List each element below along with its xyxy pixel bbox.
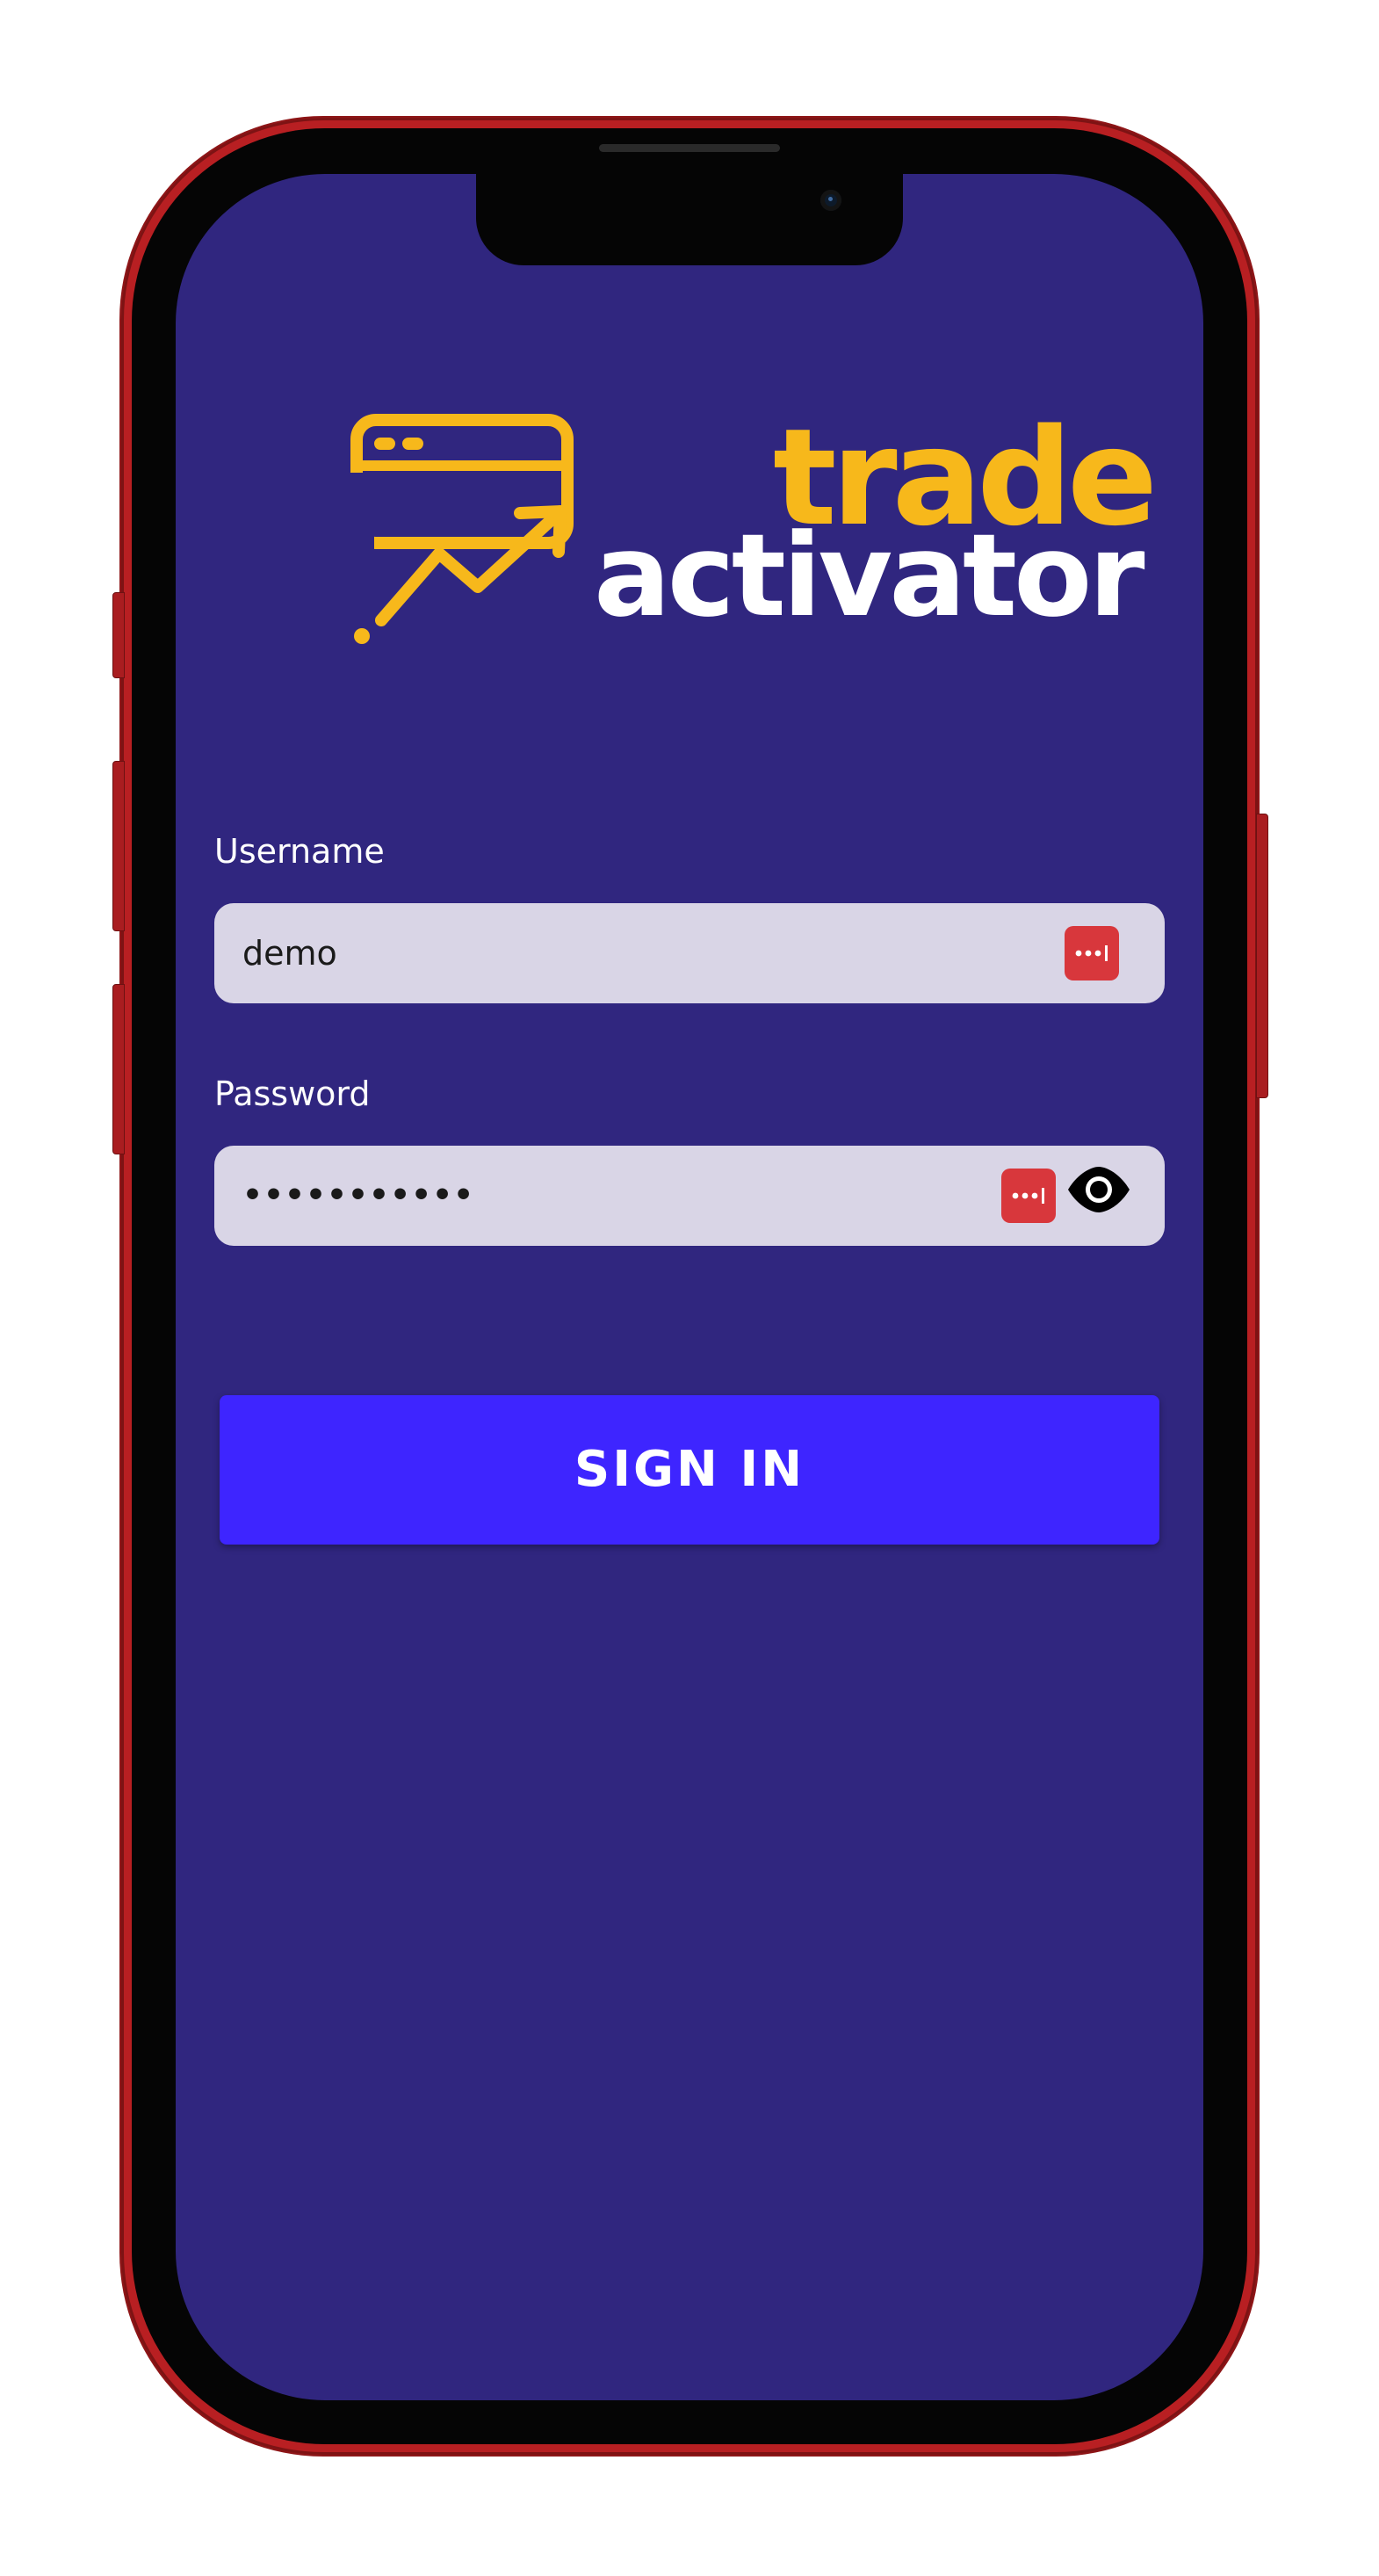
- show-password-eye-icon[interactable]: [1066, 1165, 1131, 1214]
- volume-down-button: [112, 984, 125, 1154]
- browser-chart-icon: [348, 414, 574, 644]
- app-logo: trade activator: [348, 411, 1158, 701]
- power-button: [1256, 814, 1268, 1098]
- password-manager-icon[interactable]: [1001, 1169, 1056, 1223]
- password-label: Password: [214, 1075, 371, 1113]
- speaker-grille: [599, 144, 780, 152]
- stage: trade activator Username demo Password •…: [0, 0, 1379, 2576]
- password-field[interactable]: •••••••••••: [214, 1146, 1165, 1246]
- password-value: •••••••••••: [242, 1177, 475, 1213]
- username-field[interactable]: demo: [214, 903, 1165, 1003]
- username-label: Username: [214, 832, 385, 871]
- password-manager-icon[interactable]: [1065, 926, 1119, 980]
- username-value: demo: [242, 934, 337, 973]
- sign-in-button[interactable]: SIGN IN: [220, 1395, 1159, 1545]
- volume-up-button: [112, 761, 125, 931]
- logo-word-activator: activator: [594, 509, 1145, 642]
- app-screen: trade activator Username demo Password •…: [176, 174, 1203, 2400]
- silent-switch: [112, 592, 125, 678]
- front-camera-icon: [820, 190, 841, 211]
- notch: [476, 174, 903, 265]
